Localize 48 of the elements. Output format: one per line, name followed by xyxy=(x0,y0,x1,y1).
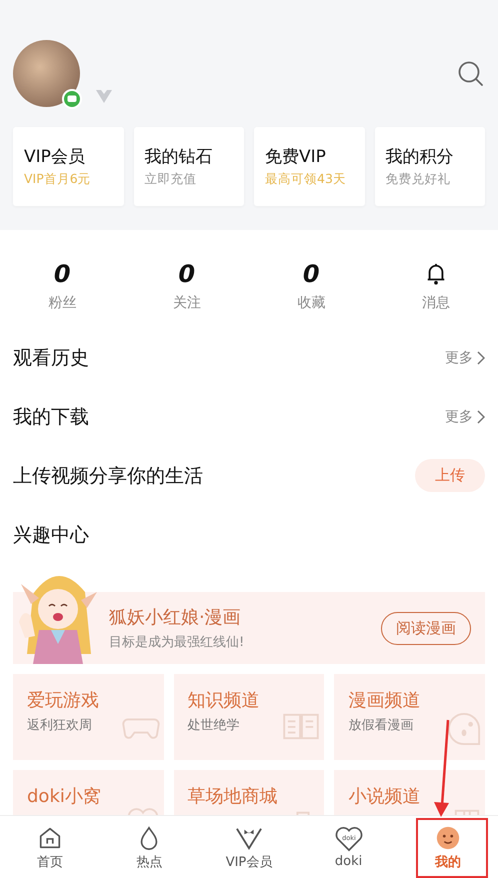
channel-title: doki小窝 xyxy=(27,785,101,808)
stat-count: 0 xyxy=(302,260,320,288)
tab-item[interactable]: 首页 xyxy=(0,816,100,878)
card-subtitle: VIP首月6元 xyxy=(24,171,92,188)
banner-title: 狐妖小红娘·漫画 xyxy=(109,606,242,629)
upload-button[interactable]: 上传 xyxy=(415,459,485,492)
channel-title: 漫画频道 xyxy=(348,689,420,712)
channel-card[interactable]: 爱玩游戏 返利狂欢周 xyxy=(13,674,164,760)
channel-title: 爱玩游戏 xyxy=(27,689,99,712)
channel-card[interactable]: 小说频道 xyxy=(334,770,485,815)
channel-card[interactable]: 知识频道 处世绝学 xyxy=(174,674,324,760)
stat-count: 0 xyxy=(178,260,196,288)
channel-title: 草场地商城 xyxy=(188,785,278,808)
section-title: 观看历史 xyxy=(13,346,89,370)
channel-subtitle: 放假看漫画 xyxy=(348,717,414,734)
card-title: VIP会员 xyxy=(24,146,86,168)
tab-item[interactable]: VIP会员 xyxy=(199,816,299,878)
stat-label: 关注 xyxy=(172,294,201,312)
card-title: 免费VIP xyxy=(265,146,327,168)
channel-title: 小说频道 xyxy=(348,785,420,808)
section-title: 上传视频分享你的生活 xyxy=(13,464,203,488)
channel-card[interactable]: doki小窝 xyxy=(13,770,164,815)
stat-label: 粉丝 xyxy=(48,294,76,312)
section-title: 兴趣中心 xyxy=(13,522,89,548)
banner-subtitle: 目标是成为最强红线仙! xyxy=(109,634,244,651)
tab-item[interactable]: 热点 xyxy=(100,816,200,878)
more-link[interactable]: 更多 xyxy=(445,348,485,366)
stat-count: 0 xyxy=(54,260,71,288)
section-title: 我的下载 xyxy=(13,404,89,430)
shortcut-card[interactable]: 我的钻石 立即充值 xyxy=(134,127,244,206)
shortcut-card[interactable]: VIP会员 VIP首月6元 xyxy=(13,127,124,206)
channel-subtitle: 返利狂欢周 xyxy=(27,717,92,734)
card-title: 我的积分 xyxy=(386,146,454,168)
tab-item[interactable]: 我的 xyxy=(398,816,498,878)
card-subtitle: 立即充值 xyxy=(144,171,198,188)
card-subtitle: 最高可领43天 xyxy=(265,171,347,188)
card-subtitle: 免费兑好礼 xyxy=(386,171,452,188)
more-link[interactable]: 更多 xyxy=(445,408,485,426)
shortcut-card[interactable]: 我的积分 免费兑好礼 xyxy=(374,127,485,206)
read-comic-button[interactable]: 阅读漫画 xyxy=(381,612,471,644)
card-title: 我的钻石 xyxy=(144,146,214,168)
channel-title: 知识频道 xyxy=(188,689,260,712)
shortcut-card[interactable]: 免费VIP 最高可领43天 xyxy=(254,127,364,206)
channel-card[interactable]: 漫画频道 放假看漫画 xyxy=(334,674,485,760)
channel-card[interactable]: 草场地商城 xyxy=(174,770,324,815)
stat-label: 消息 xyxy=(422,294,450,312)
stat-label: 收藏 xyxy=(297,294,326,312)
channel-subtitle: 处世绝学 xyxy=(188,717,240,734)
